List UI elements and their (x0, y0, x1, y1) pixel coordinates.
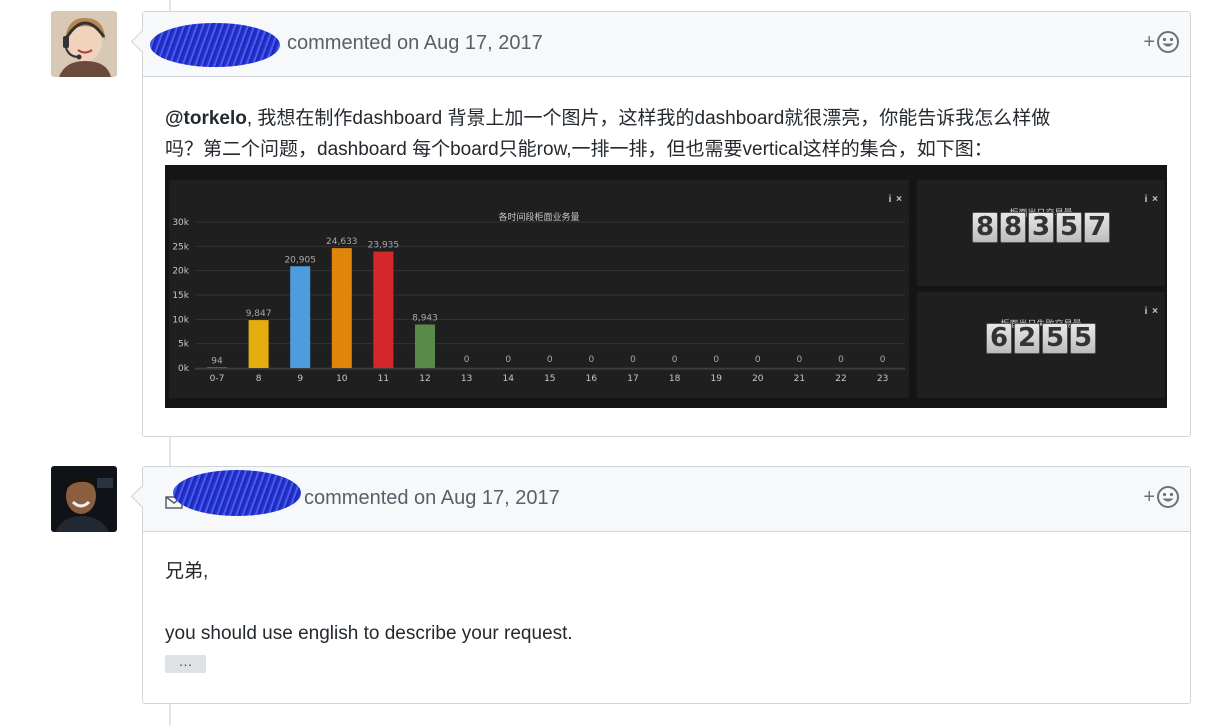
comment-timestamp[interactable]: commented on Aug 17, 2017 (287, 32, 543, 55)
timeline-line (169, 704, 171, 725)
comment-card: commented on Aug 17, 2017 + @torkelo, 我想… (130, 11, 1191, 437)
comment-card: commented on Aug 17, 2017 + 兄弟, you shou… (130, 466, 1191, 704)
y-tick-label: 0k (178, 364, 190, 374)
bar-value-label: 8,943 (412, 313, 438, 323)
bar (248, 320, 269, 368)
stat-digit: 5 (1042, 323, 1068, 354)
add-reaction-button[interactable]: + (1143, 30, 1180, 54)
comment-body: @torkelo, 我想在制作dashboard 背景上加一个图片，这样我的da… (143, 77, 1190, 408)
comment-text: , 我想在制作dashboard 背景上加一个图片，这样我的dashboard就… (246, 108, 1051, 129)
x-tick-label: 18 (669, 374, 681, 384)
x-tick-label: 10 (336, 374, 348, 384)
author-redacted[interactable] (150, 23, 280, 67)
stat-digit: 5 (1070, 323, 1096, 354)
add-reaction-button[interactable]: + (1143, 485, 1180, 509)
show-more-button[interactable]: … (165, 654, 206, 673)
bar-chart-panel: i × 各时间段柜面业务量 0k 5k 10k 15k 20k 25k 30k 94 0-7 9,… (169, 180, 909, 398)
stat-digit: 7 (1084, 212, 1110, 243)
comment-text-line: 吗？第二个问题，dashboard 每个board只能row,一排一排，但也需要… (165, 139, 993, 160)
x-tick-label: 20 (752, 374, 764, 384)
bar-value-label: 0 (797, 355, 803, 365)
comment-header: commented on Aug 17, 2017 + (143, 12, 1190, 77)
x-tick-label: 0-7 (210, 374, 225, 384)
smiley-icon (1157, 31, 1179, 53)
bar-value-label: 23,935 (368, 241, 400, 251)
y-tick-label: 30k (172, 218, 189, 228)
comment-text-line: @torkelo, 我想在制作dashboard 背景上加一个图片，这样我的da… (165, 103, 1168, 134)
stat-digit: 5 (1056, 212, 1082, 243)
bar-chart: 0k 5k 10k 15k 20k 25k 30k 94 0-7 9,847 8 20,905 9 24,… (172, 218, 905, 384)
stat-digit: 3 (1028, 212, 1054, 243)
comment-header: commented on Aug 17, 2017 + (143, 467, 1190, 532)
bar-value-label: 0 (589, 355, 595, 365)
avatar[interactable] (51, 11, 117, 77)
avatar[interactable] (51, 466, 117, 532)
bar (373, 251, 394, 368)
y-tick-label: 15k (172, 291, 189, 301)
stat-panel-transactions: i × 柜面当日交易量 88357 (917, 180, 1165, 286)
bar-value-label: 20,905 (284, 255, 316, 265)
x-tick-label: 11 (378, 374, 389, 384)
reaction-plus: + (1143, 485, 1155, 508)
bar-value-label: 0 (547, 355, 553, 365)
x-tick-label: 23 (877, 374, 888, 384)
avatar-image (51, 466, 117, 532)
x-tick-label: 19 (710, 374, 722, 384)
timeline-line (169, 437, 171, 466)
stat-digit: 8 (972, 212, 998, 243)
comment-timestamp[interactable]: commented on Aug 17, 2017 (304, 487, 560, 510)
stat-digit: 2 (1014, 323, 1040, 354)
x-tick-label: 17 (627, 374, 638, 384)
stat-digits: 6255 (917, 323, 1165, 356)
smiley-icon (1157, 486, 1179, 508)
stat-digit: 8 (1000, 212, 1026, 243)
timeline-line (169, 0, 171, 11)
x-tick-label: 13 (461, 374, 472, 384)
reaction-plus: + (1143, 30, 1155, 53)
x-tick-label: 8 (256, 374, 262, 384)
dashboard-screenshot: i × 各时间段柜面业务量 0k 5k 10k 15k 20k 25k 30k 94 0-7 9,… (165, 165, 1167, 408)
y-tick-label: 10k (172, 315, 189, 325)
bar-value-label: 24,633 (326, 237, 358, 247)
bar-value-label: 0 (672, 355, 678, 365)
bar-value-label: 0 (505, 355, 511, 365)
x-tick-label: 15 (544, 374, 555, 384)
avatar-image (51, 11, 117, 77)
y-tick-label: 5k (178, 340, 190, 350)
bar-value-label: 0 (838, 355, 844, 365)
user-mention-link[interactable]: @torkelo (165, 108, 247, 129)
stat-digits: 88357 (917, 212, 1165, 245)
x-tick-label: 21 (794, 374, 805, 384)
comment-body: 兄弟, you should use english to describe y… (143, 532, 1190, 676)
bar-value-label: 0 (713, 355, 719, 365)
x-tick-label: 9 (297, 374, 303, 384)
bar-value-label: 0 (880, 355, 886, 365)
x-tick-label: 14 (502, 374, 514, 384)
bar (331, 248, 352, 368)
bar (415, 324, 435, 368)
bar-value-label: 0 (630, 355, 636, 365)
bar-value-label: 94 (211, 357, 223, 367)
stat-panel-failed-transactions: i × 柜面当日失败交易量 6255 (917, 292, 1165, 398)
x-tick-label: 12 (419, 374, 430, 384)
bar-value-label: 0 (755, 355, 761, 365)
x-tick-label: 16 (586, 374, 598, 384)
comment-text-line: 兄弟, (165, 561, 209, 582)
y-tick-label: 25k (172, 242, 189, 252)
author-redacted[interactable] (173, 470, 301, 516)
y-tick-label: 20k (172, 267, 189, 277)
bar-value-label: 9,847 (246, 309, 272, 319)
stat-digit: 6 (986, 323, 1012, 354)
bar (290, 266, 311, 368)
x-tick-label: 22 (835, 374, 846, 384)
bar-value-label: 0 (464, 355, 470, 365)
